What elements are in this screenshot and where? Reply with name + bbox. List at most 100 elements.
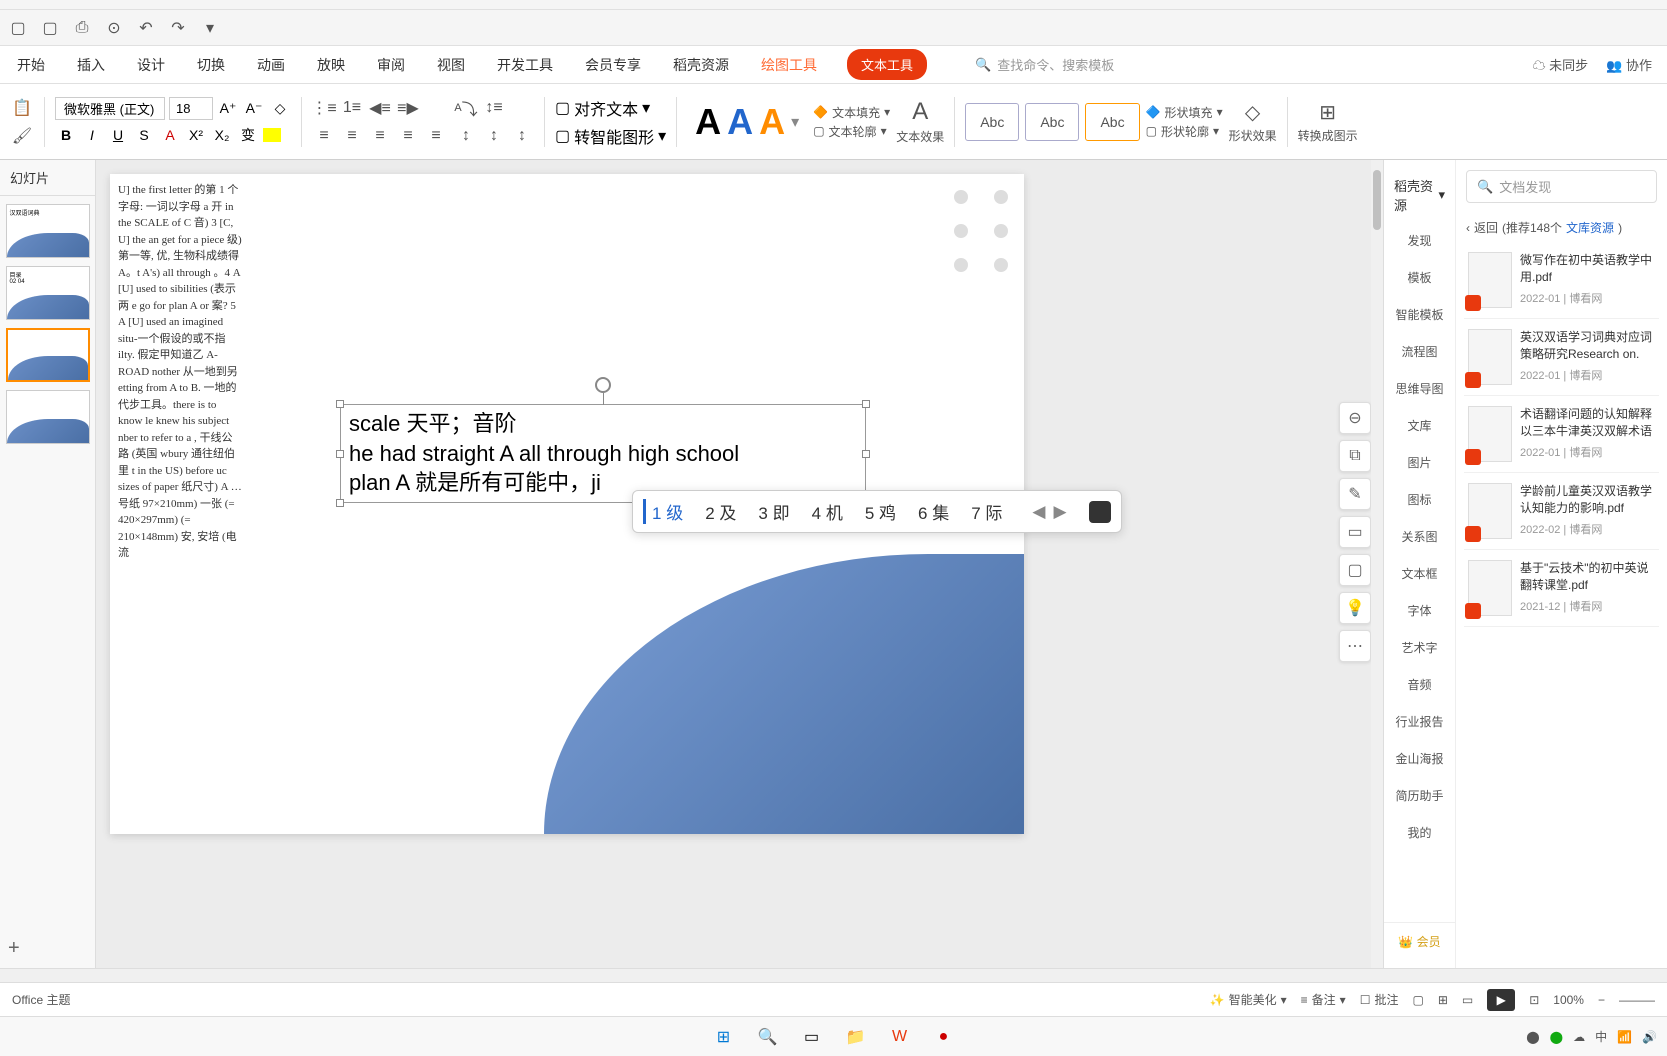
strikethrough-button[interactable]: S xyxy=(133,124,155,146)
shape-effect-button[interactable]: ◇ 形状效果 xyxy=(1229,100,1277,144)
align-text-button[interactable]: ▢ 对齐文本 ▾ xyxy=(555,96,666,120)
menu-view[interactable]: 视图 xyxy=(435,51,467,79)
menu-design[interactable]: 设计 xyxy=(135,51,167,79)
canvas-area[interactable]: U] the first letter 的第 1 个字母: 一词以字母 a 开 … xyxy=(96,160,1383,968)
rp-nav-flowchart[interactable]: 流程图 xyxy=(1384,333,1455,370)
shape-outline-button[interactable]: ▢ 形状轮廓 ▾ xyxy=(1146,123,1223,140)
number-list-icon[interactable]: 1≡ xyxy=(340,96,364,120)
menu-drawing-tools[interactable]: 绘图工具 xyxy=(759,51,819,79)
rp-nav-discover[interactable]: 发现 xyxy=(1384,222,1455,259)
rp-nav-mindmap[interactable]: 思维导图 xyxy=(1384,370,1455,407)
start-icon[interactable]: ⊞ xyxy=(710,1023,738,1051)
text-effect-button[interactable]: A 文本效果 xyxy=(896,98,944,145)
new-doc-icon[interactable]: ▢ xyxy=(8,18,28,38)
tray-icon-1[interactable]: ⬤ xyxy=(1526,1030,1539,1044)
rp-nav-icon[interactable]: 图标 xyxy=(1384,481,1455,518)
tray-icon-2[interactable]: ⬤ xyxy=(1550,1030,1563,1044)
bold-button[interactable]: B xyxy=(55,124,77,146)
style-more-icon[interactable]: ▾ xyxy=(791,112,799,132)
search-icon[interactable]: 🔍 xyxy=(754,1023,782,1051)
spacing-2-icon[interactable]: ↕ xyxy=(482,124,506,148)
underline-button[interactable]: U xyxy=(107,124,129,146)
paste-icon[interactable]: 📋 xyxy=(10,96,34,120)
text-fill-button[interactable]: 🔶 文本填充 ▾ xyxy=(813,104,890,121)
menu-text-tools[interactable]: 文本工具 xyxy=(847,49,927,80)
rp-nav-audio[interactable]: 音频 xyxy=(1384,666,1455,703)
rp-item-3[interactable]: 术语翻译问题的认知解释以三本牛津英汉双解术语2022-01 | 博看网 xyxy=(1464,396,1659,473)
rp-back-link[interactable]: ‹ 返回 (推荐148个文库资源) xyxy=(1456,213,1667,242)
ime-next-icon[interactable]: ▶ xyxy=(1054,502,1067,522)
menu-devtools[interactable]: 开发工具 xyxy=(495,51,555,79)
resize-handle-l[interactable] xyxy=(336,450,344,458)
float-idea-icon[interactable]: 💡 xyxy=(1339,592,1371,624)
resize-handle-r[interactable] xyxy=(862,450,870,458)
tray-onedrive-icon[interactable]: ☁ xyxy=(1573,1030,1585,1044)
text-outline-button[interactable]: ▢ 文本轮廓 ▾ xyxy=(813,123,890,140)
decrease-indent-icon[interactable]: ◀≡ xyxy=(368,96,392,120)
format-painter-icon[interactable]: 🖌 xyxy=(10,124,34,148)
float-edit-icon[interactable]: ✎ xyxy=(1339,478,1371,510)
float-layout-icon[interactable]: ▭ xyxy=(1339,516,1371,548)
rp-nav-font[interactable]: 字体 xyxy=(1384,592,1455,629)
align-right-icon[interactable]: ≡ xyxy=(368,124,392,148)
align-justify-icon[interactable]: ≡ xyxy=(396,124,420,148)
view-reading-icon[interactable]: ▭ xyxy=(1462,993,1473,1007)
editing-text-box[interactable]: scale 天平；音阶 he had straight A all throug… xyxy=(340,404,866,503)
comments-button[interactable]: ☐ 批注 xyxy=(1360,991,1399,1008)
subscript-button[interactable]: X₂ xyxy=(211,124,233,146)
highlight-button[interactable] xyxy=(263,128,281,142)
float-more-icon[interactable]: ⋯ xyxy=(1339,630,1371,662)
rp-title[interactable]: 稻壳资源▾ xyxy=(1384,168,1455,222)
rp-nav-report[interactable]: 行业报告 xyxy=(1384,703,1455,740)
ime-cand-5[interactable]: 5 鸡 xyxy=(865,499,896,524)
ime-cand-1[interactable]: 1 级 xyxy=(643,499,683,524)
view-normal-icon[interactable]: ▢ xyxy=(1412,993,1423,1007)
redo-icon[interactable]: ↷ xyxy=(168,18,188,38)
menu-start[interactable]: 开始 xyxy=(15,51,47,79)
font-color-button[interactable]: A xyxy=(159,124,181,146)
style-a-black[interactable]: A xyxy=(695,101,721,143)
rp-nav-mine[interactable]: 我的 xyxy=(1384,814,1455,851)
clear-format-icon[interactable]: ◇ xyxy=(269,98,291,120)
rp-nav-vip[interactable]: 👑 会员 xyxy=(1384,922,1455,960)
collab-button[interactable]: 👥 协作 xyxy=(1606,55,1652,74)
taskview-icon[interactable]: ▭ xyxy=(798,1023,826,1051)
rp-item-5[interactable]: 基于"云技术"的初中英说翻转课堂.pdf2021-12 | 博看网 xyxy=(1464,550,1659,627)
rp-result-list[interactable]: 微写作在初中英语教学中用.pdf2022-01 | 博看网 英汉双语学习词典对应… xyxy=(1456,242,1667,968)
decrease-font-icon[interactable]: A⁻ xyxy=(243,98,265,120)
align-left-icon[interactable]: ≡ xyxy=(312,124,336,148)
tray-volume-icon[interactable]: 🔊 xyxy=(1642,1030,1657,1044)
fit-icon[interactable]: ⊡ xyxy=(1529,993,1539,1007)
ime-cand-3[interactable]: 3 即 xyxy=(758,499,789,524)
zoom-level[interactable]: 100% xyxy=(1553,993,1584,1007)
ime-candidate-bar[interactable]: 1 级 2 及 3 即 4 机 5 鸡 6 集 7 际 ◀ ▶ xyxy=(632,490,1122,533)
undo-icon[interactable]: ↶ xyxy=(136,18,156,38)
slide-thumb-3[interactable] xyxy=(6,328,90,382)
rp-search-input[interactable]: 🔍 文档发现 xyxy=(1466,170,1657,203)
notes-button[interactable]: ≡ 备注 ▾ xyxy=(1301,991,1346,1008)
view-sorter-icon[interactable]: ⊞ xyxy=(1438,993,1448,1007)
rp-nav-template[interactable]: 模板 xyxy=(1384,259,1455,296)
shape-style-3[interactable]: Abc xyxy=(1085,103,1139,141)
shape-fill-button[interactable]: 🔷 形状填充 ▾ xyxy=(1146,104,1223,121)
more-qa-icon[interactable]: ▾ xyxy=(200,18,220,38)
float-layers-icon[interactable]: ⧉ xyxy=(1339,440,1371,472)
slide-thumb-1[interactable]: 汉双语词典 xyxy=(6,204,90,258)
rp-nav-image[interactable]: 图片 xyxy=(1384,444,1455,481)
text-style-gallery[interactable]: A A A ▾ xyxy=(687,101,807,143)
slideshow-button[interactable]: ▶ xyxy=(1487,989,1515,1011)
beautify-button[interactable]: ✨ 智能美化 ▾ xyxy=(1210,991,1287,1008)
vertical-scrollbar[interactable] xyxy=(1371,160,1383,968)
add-slide-button[interactable]: + xyxy=(0,929,95,968)
rp-nav-wordart[interactable]: 艺术字 xyxy=(1384,629,1455,666)
rp-nav-resume[interactable]: 简历助手 xyxy=(1384,777,1455,814)
slide-thumb-4[interactable] xyxy=(6,390,90,444)
superscript-button[interactable]: X² xyxy=(185,124,207,146)
ime-cand-4[interactable]: 4 机 xyxy=(812,499,843,524)
print-icon[interactable]: ⎙ xyxy=(72,18,92,38)
style-a-blue[interactable]: A xyxy=(727,101,753,143)
slide-thumb-2[interactable]: 目录02 04 xyxy=(6,266,90,320)
convert-graphic-button[interactable]: ⊞ 转换成图示 xyxy=(1298,100,1358,144)
resize-handle-tl[interactable] xyxy=(336,400,344,408)
rp-item-1[interactable]: 微写作在初中英语教学中用.pdf2022-01 | 博看网 xyxy=(1464,242,1659,319)
